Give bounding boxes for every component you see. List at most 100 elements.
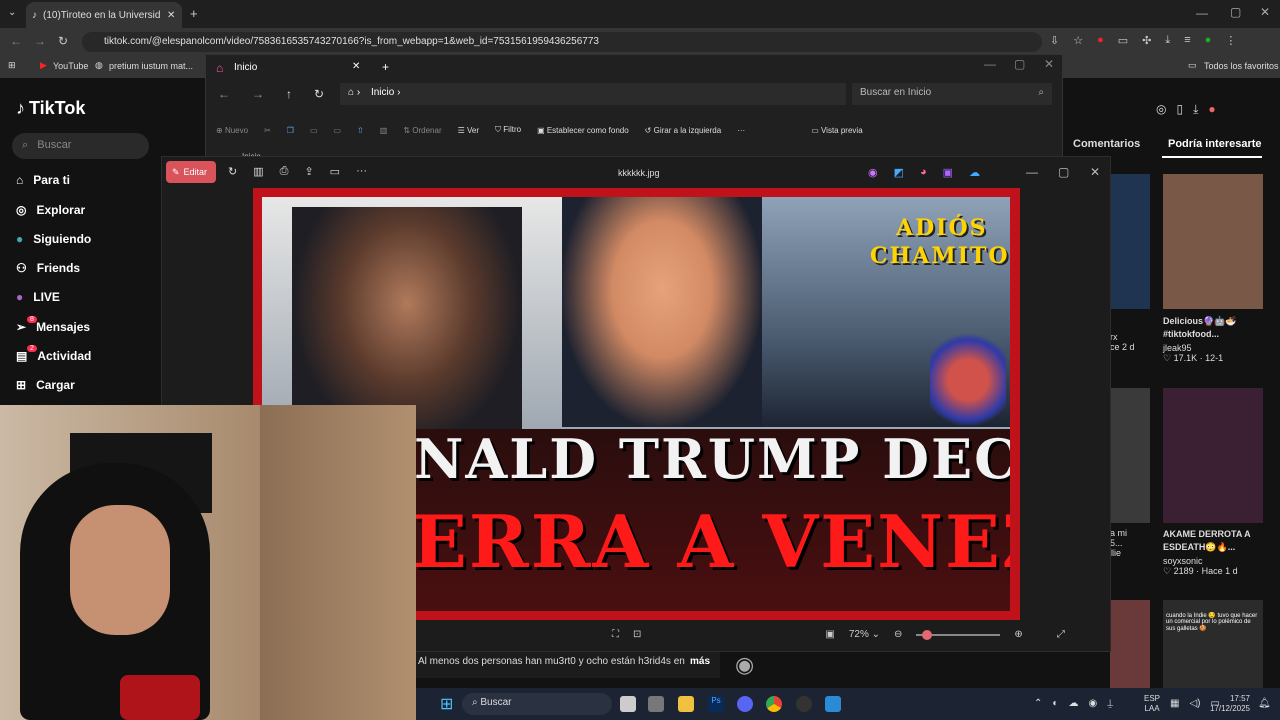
- new-tab-icon[interactable]: +: [190, 6, 198, 21]
- user-avatar[interactable]: ●: [1208, 102, 1215, 117]
- thumbnail[interactable]: [1110, 388, 1150, 523]
- delete-icon[interactable]: ▥: [253, 165, 263, 178]
- zoom-slider[interactable]: [916, 629, 1001, 640]
- explorer-tab-title[interactable]: Inicio: [234, 62, 257, 73]
- preview-button[interactable]: ▭ Vista previa: [811, 126, 862, 135]
- paint-icon[interactable]: ◕: [920, 166, 927, 179]
- rename-icon[interactable]: ▭: [334, 126, 342, 135]
- reload-icon[interactable]: ↻: [58, 34, 68, 48]
- thumbnail[interactable]: cuando la Indie 😒 tuvo que hacer un come…: [1163, 600, 1263, 688]
- clock[interactable]: 17:57 17/12/2025: [1208, 694, 1250, 714]
- onedrive-icon[interactable]: ☁: [969, 166, 980, 179]
- clipchamp-icon[interactable]: ▣: [943, 166, 953, 179]
- photos-taskbar-icon[interactable]: [825, 696, 841, 712]
- back-icon[interactable]: ←: [10, 34, 22, 48]
- address-bar[interactable]: tiktok.com/@elespanolcom/video/758361653…: [82, 32, 1042, 52]
- minimize-icon[interactable]: —: [1026, 165, 1038, 179]
- tab-comentarios[interactable]: Comentarios: [1073, 138, 1140, 150]
- print-icon[interactable]: ⎙: [280, 165, 289, 178]
- thumbnail[interactable]: [1110, 174, 1150, 309]
- bookmark-youtube[interactable]: YouTube: [53, 61, 88, 71]
- bookmark-star-icon[interactable]: ☆: [1073, 34, 1083, 50]
- rotate-icon[interactable]: ↻: [228, 165, 237, 178]
- task-view-icon[interactable]: [620, 696, 636, 712]
- filter-button[interactable]: ⛉ Filtro: [495, 125, 521, 135]
- back-icon[interactable]: ←: [218, 87, 230, 101]
- rotate-left-button[interactable]: ↺ Girar a la izquierda: [645, 126, 722, 135]
- close-tab-icon[interactable]: ✕: [352, 61, 360, 72]
- new-button[interactable]: ⊕ Nuevo: [216, 126, 248, 135]
- up-icon[interactable]: ↑: [286, 87, 292, 101]
- zoom-in-icon[interactable]: ⊕: [1014, 629, 1022, 640]
- explorer-search[interactable]: Buscar en Inicio ⌕: [852, 83, 1052, 105]
- tab-tiktok[interactable]: ♪ (10)Tiroteo en la Universidad de ✕: [26, 2, 182, 28]
- copilot-icon[interactable]: ◉: [868, 166, 878, 179]
- profile-avatar[interactable]: ●: [1205, 34, 1212, 50]
- thumbnail[interactable]: [1163, 388, 1263, 523]
- app-icon[interactable]: [648, 696, 664, 712]
- apps-icon[interactable]: ⊞: [8, 60, 16, 71]
- install-icon[interactable]: ⇩: [1050, 34, 1059, 50]
- card-1[interactable]: Delicious🔮🤖🍜 #tiktokfood... jleak95 ♡ 17…: [1163, 315, 1263, 364]
- close-window-icon[interactable]: ✕: [1260, 5, 1270, 19]
- obs-icon[interactable]: [796, 696, 812, 712]
- maximize-icon[interactable]: ▢: [1058, 165, 1069, 179]
- bookmark-pretium[interactable]: pretium iustum mat...: [109, 61, 193, 71]
- microphone-icon[interactable]: ⍊: [1107, 698, 1113, 709]
- phone-icon[interactable]: ▯: [1176, 102, 1183, 117]
- forward-icon[interactable]: →: [34, 34, 46, 48]
- share-icon[interactable]: ⇪: [304, 165, 313, 178]
- forward-icon[interactable]: →: [252, 87, 264, 101]
- nav-explorar[interactable]: ◎ Explorar: [16, 203, 85, 217]
- file-explorer-icon[interactable]: [678, 696, 694, 712]
- discord-icon[interactable]: [737, 696, 753, 712]
- windows-start-icon[interactable]: ⊞: [440, 694, 453, 714]
- designer-icon[interactable]: ◩: [894, 166, 904, 179]
- extension-icon[interactable]: ▭: [1118, 34, 1128, 50]
- share-icon[interactable]: ⇧: [357, 126, 364, 135]
- new-tab-icon[interactable]: +: [382, 60, 389, 74]
- close-icon[interactable]: ✕: [1090, 165, 1100, 179]
- music-disc-icon[interactable]: ◉: [735, 652, 754, 678]
- close-tab-icon[interactable]: ✕: [167, 10, 175, 21]
- nav-siguiendo[interactable]: ● Siguiendo: [16, 232, 91, 246]
- slideshow-icon[interactable]: ▭: [330, 165, 340, 178]
- language-indicator[interactable]: ESP LAA: [1144, 694, 1160, 714]
- nav-mensajes[interactable]: ➢ Mensajes: [16, 320, 90, 334]
- tab-list-icon[interactable]: ⌄: [8, 7, 16, 18]
- thumbnail[interactable]: [1163, 174, 1263, 309]
- reading-list-icon[interactable]: ≡: [1184, 34, 1190, 50]
- delete-icon[interactable]: ▥: [380, 126, 388, 135]
- tray-icon[interactable]: ◐: [1052, 698, 1058, 709]
- fit-icon[interactable]: ▣: [825, 629, 834, 640]
- breadcrumb[interactable]: ⌂ › Inicio ›: [340, 83, 846, 105]
- view-button[interactable]: ☰ Ver: [458, 126, 479, 135]
- zoom-thumb[interactable]: [922, 629, 933, 640]
- minimize-icon[interactable]: —: [1196, 6, 1208, 20]
- download-icon[interactable]: ⤓: [1165, 34, 1170, 50]
- chevron-up-icon[interactable]: ⌃: [1034, 698, 1042, 709]
- minimize-icon[interactable]: —: [984, 57, 996, 71]
- refresh-icon[interactable]: ↻: [314, 87, 324, 101]
- nav-friends[interactable]: ⚇ Friends: [16, 261, 80, 275]
- notifications-icon[interactable]: 🔔︎: [1258, 698, 1271, 709]
- download-icon[interactable]: ⤓: [1193, 102, 1198, 117]
- tiktok-search[interactable]: ⌕ Buscar: [12, 133, 149, 159]
- nav-live[interactable]: ● LIVE: [16, 290, 60, 304]
- nav-cargar[interactable]: ⊞ Cargar: [16, 378, 75, 392]
- compass-circle-icon[interactable]: ◎: [1156, 102, 1166, 117]
- caption-more[interactable]: más: [690, 656, 710, 667]
- tray-icon[interactable]: ◉: [1088, 698, 1097, 709]
- more-icon[interactable]: ···: [737, 126, 745, 135]
- visual-search-icon[interactable]: ⊡: [633, 629, 641, 640]
- maximize-icon[interactable]: ▢: [1014, 57, 1025, 71]
- menu-icon[interactable]: ⋮: [1225, 34, 1236, 50]
- fullscreen-icon[interactable]: ⤢: [1057, 629, 1065, 640]
- nav-para-ti[interactable]: ⌂ Para ti: [16, 173, 70, 187]
- taskbar-search[interactable]: ⌕ Buscar: [462, 693, 612, 715]
- bookmark-all[interactable]: Todos los favoritos: [1204, 61, 1279, 71]
- card-2[interactable]: AKAME DERROTA A ESDEATH😳🔥... soyxsonic ♡…: [1163, 528, 1263, 577]
- photoshop-icon[interactable]: Ps: [708, 696, 724, 712]
- cut-icon[interactable]: ✂: [264, 126, 271, 135]
- puzzle-icon[interactable]: ✣: [1142, 34, 1151, 50]
